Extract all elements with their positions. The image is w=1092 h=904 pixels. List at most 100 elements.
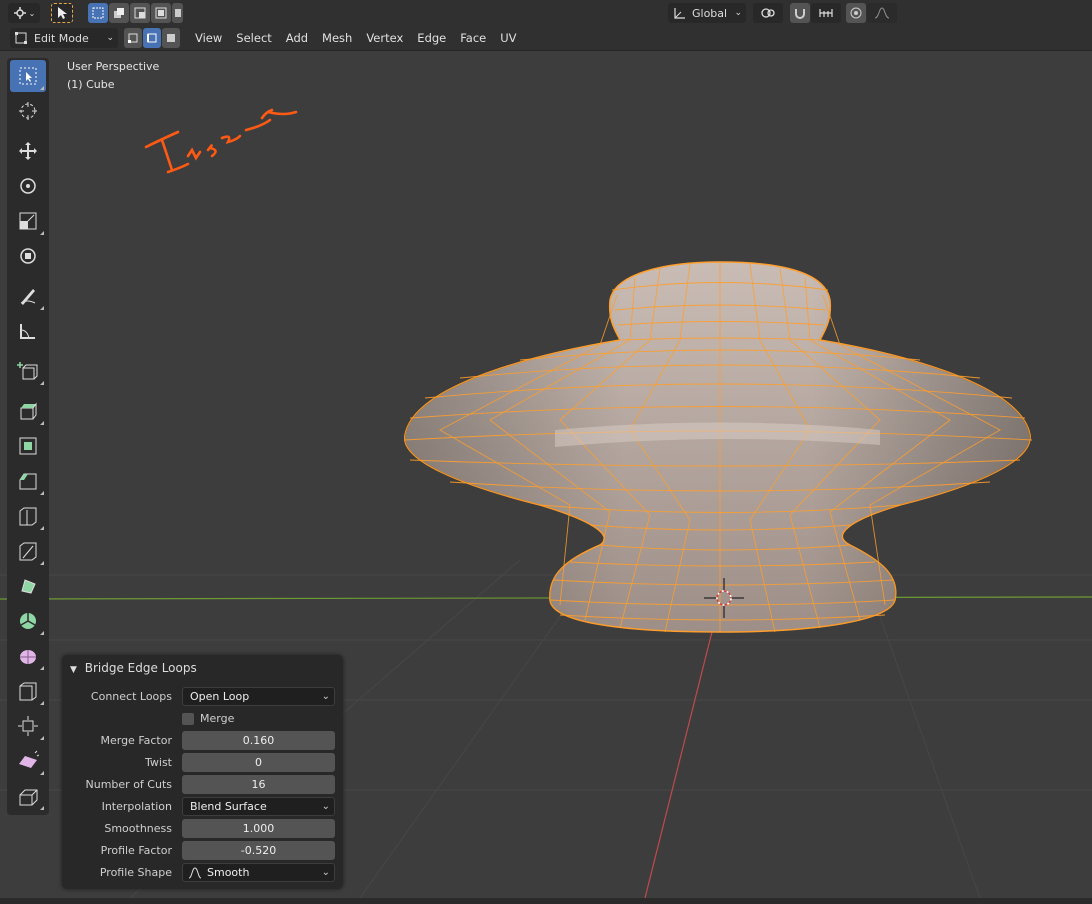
menu-mesh[interactable]: Mesh [315, 28, 359, 48]
tool-shrink-fatten[interactable] [10, 710, 46, 742]
profile-shape-dropdown[interactable]: Smooth ⌄ [182, 863, 335, 882]
tool-bevel[interactable] [10, 465, 46, 497]
tool-loop-cut[interactable] [10, 500, 46, 532]
tool-spin[interactable] [10, 605, 46, 637]
shrink-fatten-icon [18, 716, 38, 736]
select-extend-icon [114, 8, 124, 18]
smoothness-row: Smoothness 1.000 [62, 819, 335, 838]
editor-type-button[interactable]: ⌄ [8, 3, 40, 23]
edit-mode-icon [15, 32, 27, 44]
mesh-object[interactable] [403, 261, 1033, 633]
falloff-button[interactable] [867, 3, 897, 23]
pivot-point-button[interactable] [753, 3, 783, 23]
tool-shelf [7, 58, 49, 815]
snap-increment-icon [819, 9, 833, 17]
panel-header[interactable]: ▼ Bridge Edge Loops [70, 661, 197, 675]
collapse-triangle-icon: ▼ [70, 665, 77, 675]
smoothness-label: Smoothness [104, 822, 172, 835]
tool-cursor[interactable] [10, 95, 46, 127]
tool-edge-slide[interactable] [10, 675, 46, 707]
tool-poly-build[interactable] [10, 570, 46, 602]
vertex-select-mode-button[interactable] [124, 28, 142, 48]
face-select-mode-button[interactable] [162, 28, 180, 48]
extrude-icon [20, 402, 37, 420]
tool-smooth[interactable] [10, 640, 46, 672]
number-of-cuts-row: Number of Cuts 16 [62, 775, 335, 794]
orientation-axes-icon [674, 8, 685, 19]
menu-vertex[interactable]: Vertex [359, 28, 410, 48]
chevron-down-icon: ⌄ [734, 8, 742, 18]
merge-checkbox[interactable] [182, 712, 194, 725]
chevron-down-icon: ⌄ [321, 691, 330, 702]
panel-title: Bridge Edge Loops [84, 661, 197, 675]
smooth-curve-icon [188, 867, 202, 879]
interpolation-value: Blend Surface [190, 800, 267, 813]
merge-label: Merge [200, 712, 235, 725]
menu-add[interactable]: Add [279, 28, 315, 48]
menu-face[interactable]: Face [453, 28, 493, 48]
tool-transform[interactable] [10, 240, 46, 272]
merge-factor-field[interactable]: 0.160 [182, 731, 335, 750]
tool-rotate[interactable] [10, 170, 46, 202]
measure-icon [20, 324, 35, 339]
tool-annotate[interactable] [10, 280, 46, 312]
profile-shape-row: Profile Shape Smooth ⌄ [62, 863, 335, 882]
select-invert-button[interactable] [151, 3, 171, 23]
object-label: (1) Cube [67, 78, 115, 91]
menu-uv[interactable]: UV [493, 28, 523, 48]
rip-icon [19, 789, 38, 806]
tool-extrude[interactable] [10, 395, 46, 427]
select-new-button[interactable] [88, 3, 108, 23]
tool-rip[interactable] [10, 780, 46, 812]
falloff-curve-icon [874, 7, 890, 19]
snap-target-button[interactable] [811, 3, 841, 23]
top-header: ⌄ Global ⌄ [0, 0, 1092, 26]
snap-toggle-button[interactable] [790, 3, 810, 23]
vertex-select-icon [128, 33, 138, 43]
menu-edge[interactable]: Edge [410, 28, 453, 48]
menu-view[interactable]: View [188, 28, 229, 48]
profile-factor-field[interactable]: -0.520 [182, 841, 335, 860]
connect-loops-dropdown[interactable]: Open Loop ⌄ [182, 687, 335, 706]
profile-shape-label: Profile Shape [99, 866, 172, 879]
chevron-down-icon: ⌄ [321, 801, 330, 812]
move-icon [19, 142, 37, 160]
tool-shear[interactable] [10, 745, 46, 777]
proportional-edit-icon [850, 7, 862, 19]
scale-icon [19, 212, 37, 230]
poly-build-icon [21, 579, 36, 594]
select-intersect-button[interactable] [172, 3, 183, 23]
tool-select-box[interactable] [10, 60, 46, 92]
select-subtract-icon [134, 7, 146, 19]
tool-move[interactable] [10, 135, 46, 167]
tool-measure[interactable] [10, 315, 46, 347]
editor-type-icon [13, 7, 26, 19]
tool-knife[interactable] [10, 535, 46, 567]
tool-scale[interactable] [10, 205, 46, 237]
select-new-icon [92, 7, 104, 19]
smoothness-field[interactable]: 1.000 [182, 819, 335, 838]
tweak-select-button[interactable] [51, 3, 73, 23]
proportional-edit-button[interactable] [846, 3, 866, 23]
select-subtract-button[interactable] [130, 3, 150, 23]
pointer-icon [58, 7, 67, 19]
select-invert-icon [155, 7, 167, 19]
number-of-cuts-field[interactable]: 16 [182, 775, 335, 794]
edge-slide-icon [19, 682, 37, 701]
edge-select-mode-button[interactable] [143, 28, 161, 48]
status-bar-edge [0, 898, 1092, 904]
twist-field[interactable]: 0 [182, 753, 335, 772]
select-extend-button[interactable] [109, 3, 129, 23]
interpolation-row: Interpolation Blend Surface ⌄ [62, 797, 335, 816]
profile-shape-value: Smooth [207, 866, 250, 879]
transform-orientation-dropdown[interactable]: Global ⌄ [668, 3, 746, 23]
mode-dropdown[interactable]: Edit Mode ⌄ [10, 28, 118, 48]
face-select-icon [167, 34, 175, 42]
menu-select[interactable]: Select [229, 28, 278, 48]
twist-row: Twist 0 [62, 753, 335, 772]
tool-add-cube[interactable] [10, 355, 46, 387]
interpolation-dropdown[interactable]: Blend Surface ⌄ [182, 797, 335, 816]
edit-mode-header: Edit Mode ⌄ View Select Add Mesh Vertex … [0, 26, 1092, 51]
mode-label: Edit Mode [34, 31, 89, 45]
tool-inset[interactable] [10, 430, 46, 462]
